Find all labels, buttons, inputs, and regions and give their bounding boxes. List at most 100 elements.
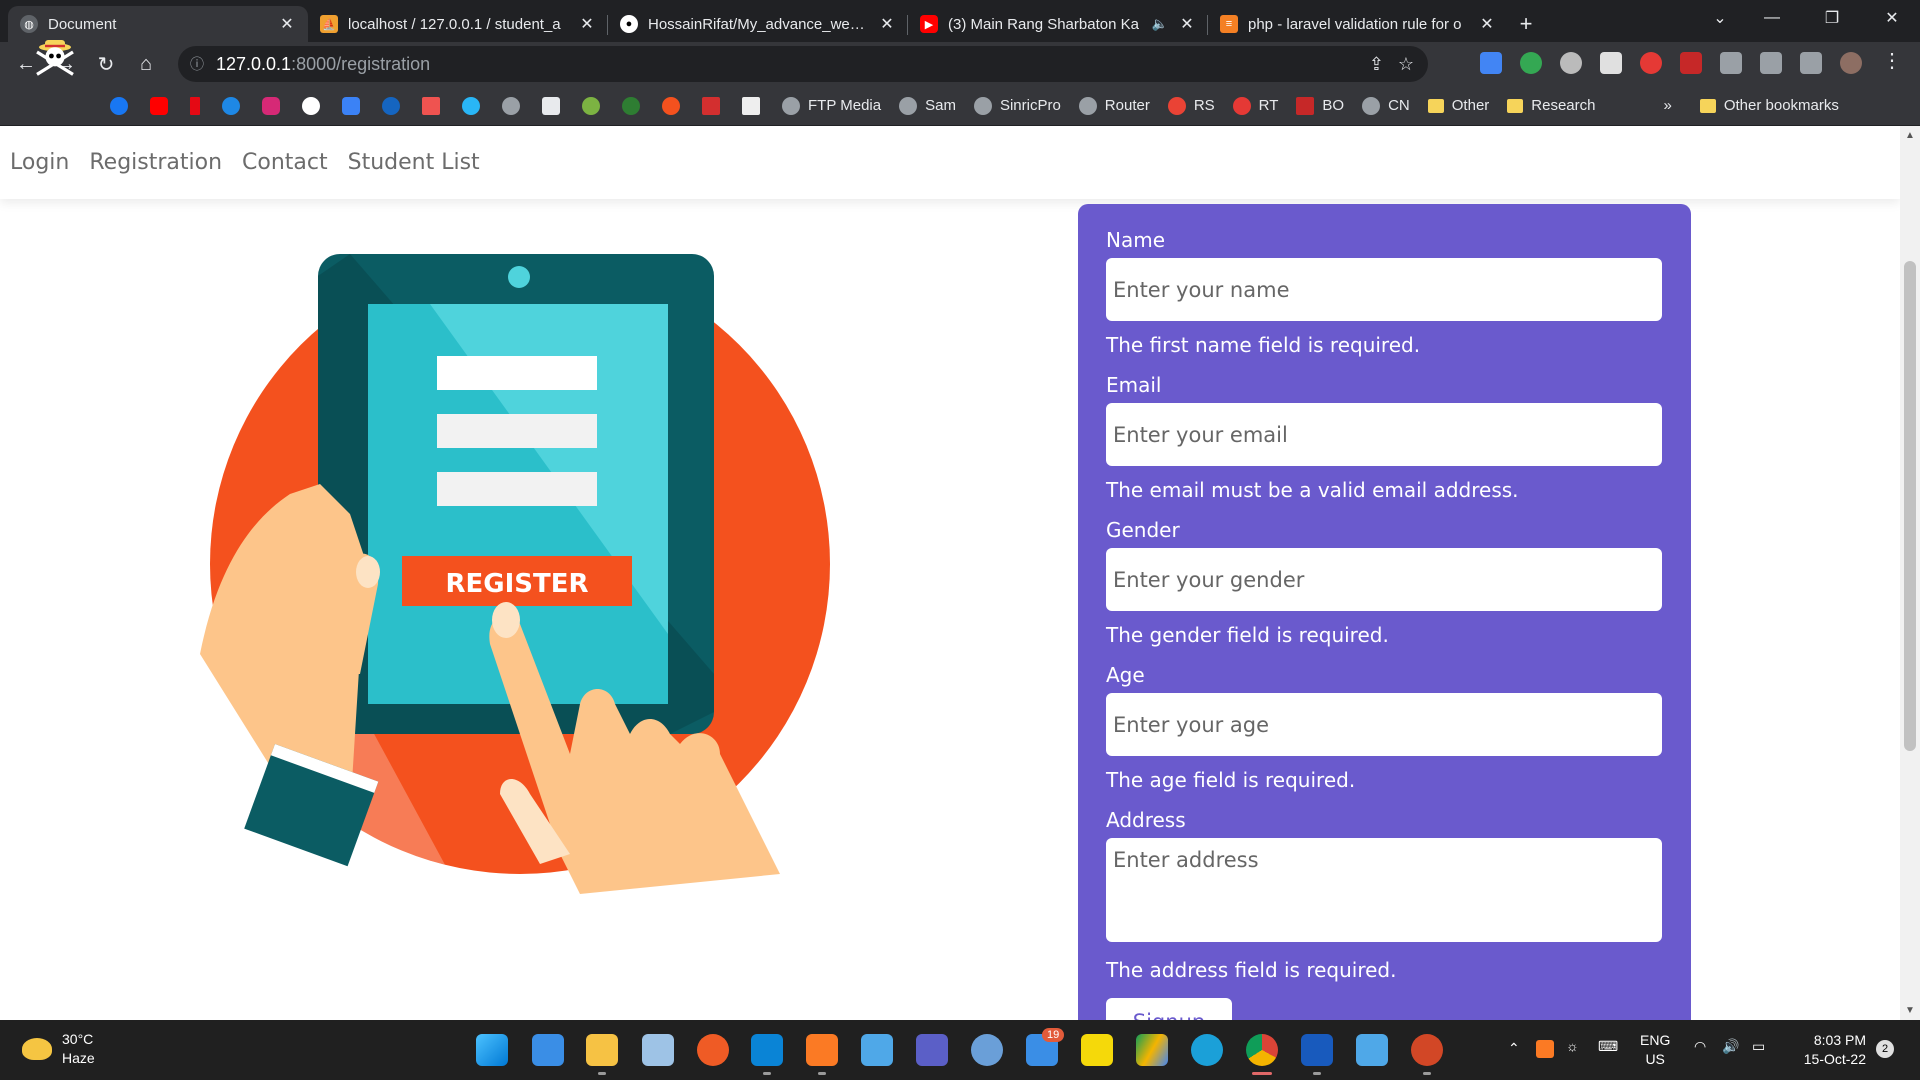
bookmark-icon[interactable] [702, 96, 720, 115]
file-explorer-icon[interactable] [586, 1034, 618, 1066]
reading-list-icon[interactable] [1760, 52, 1782, 74]
nav-student-list-link[interactable]: Student List [348, 150, 480, 175]
powerpoint-icon[interactable] [1411, 1034, 1443, 1066]
youtube-icon[interactable] [150, 96, 168, 115]
teams-icon[interactable] [916, 1034, 948, 1066]
volume-icon[interactable]: 🔊 [1722, 1038, 1739, 1055]
signup-button[interactable]: Signup [1106, 998, 1232, 1020]
bookmark-rs[interactable]: RS [1167, 96, 1215, 115]
extension-icon[interactable] [1560, 52, 1582, 74]
extension-icon[interactable] [1600, 52, 1622, 74]
bookmark-icon[interactable] [742, 96, 760, 115]
other-bookmarks-folder[interactable]: Other bookmarks [1699, 97, 1839, 114]
wifi-icon[interactable]: ◠ [1694, 1038, 1706, 1055]
notification-badge[interactable]: 2 [1876, 1040, 1894, 1058]
age-input[interactable] [1106, 693, 1662, 756]
scroll-down-arrow-icon[interactable]: ▼ [1905, 1005, 1915, 1016]
info-icon[interactable]: ⓘ [190, 54, 204, 74]
edge-icon[interactable] [1191, 1034, 1223, 1066]
bookmark-icon[interactable] [422, 96, 440, 115]
bookmark-cn[interactable]: CN [1362, 96, 1410, 115]
home-icon[interactable]: ⌂ [126, 46, 166, 82]
bookmark-folder-research[interactable]: Research [1507, 97, 1595, 114]
nav-login-link[interactable]: Login [10, 150, 69, 175]
start-icon[interactable] [476, 1034, 508, 1066]
tab-search-icon[interactable]: ⌄ [1690, 0, 1750, 36]
facebook-icon[interactable] [110, 96, 128, 115]
bookmark-rt[interactable]: RT [1232, 96, 1278, 115]
tab-stackoverflow[interactable]: ≡ php - laravel validation rule for o ✕ [1208, 6, 1508, 42]
language-indicator[interactable]: ENG US [1640, 1031, 1670, 1069]
extension-icon[interactable] [1520, 52, 1542, 74]
bookmark-icon[interactable] [342, 96, 360, 115]
name-input[interactable] [1106, 258, 1662, 321]
restore-button[interactable]: ❐ [1802, 0, 1862, 36]
speaker-icon[interactable]: 🔈 [1152, 16, 1168, 32]
scrollbar-thumb[interactable] [1904, 261, 1916, 751]
address-textarea[interactable] [1106, 838, 1662, 942]
side-panel-icon[interactable] [1800, 52, 1822, 74]
battery-icon[interactable]: ▭ [1752, 1038, 1765, 1055]
github-icon[interactable] [302, 96, 320, 115]
avatar[interactable] [1840, 52, 1862, 74]
extension-icon[interactable] [1680, 52, 1702, 74]
scroll-up-arrow-icon[interactable]: ▲ [1905, 130, 1915, 141]
puzzle-icon[interactable] [1720, 52, 1742, 74]
bookmark-folder-other[interactable]: Other [1427, 97, 1489, 114]
close-tab-icon[interactable]: ✕ [878, 14, 896, 34]
paint-icon[interactable] [1356, 1034, 1388, 1066]
tab-phpmyadmin[interactable]: ⛵ localhost / 127.0.0.1 / student_a ✕ [308, 6, 608, 42]
clock[interactable]: 8:03 PM 15-Oct-22 [1790, 1031, 1866, 1069]
xampp-tray-icon[interactable] [1536, 1040, 1554, 1058]
extension-icon[interactable] [1640, 52, 1662, 74]
player-icon[interactable] [1081, 1034, 1113, 1066]
bookmark-icon[interactable] [462, 96, 480, 115]
keyboard-icon[interactable]: ⌨ [1598, 1038, 1618, 1055]
page-scrollbar[interactable]: ▲ ▼ [1900, 126, 1920, 1020]
new-tab-button[interactable]: + [1508, 6, 1544, 42]
close-tab-icon[interactable]: ✕ [578, 14, 596, 34]
qbittorrent-icon[interactable] [971, 1034, 1003, 1066]
google-drive-icon[interactable] [1136, 1034, 1168, 1066]
word-icon[interactable] [1301, 1034, 1333, 1066]
globe-icon[interactable] [502, 96, 520, 115]
brightness-icon[interactable]: ☼ [1566, 1038, 1579, 1054]
bookmark-icon[interactable] [622, 96, 640, 115]
xampp-icon[interactable] [806, 1034, 838, 1066]
instagram-icon[interactable] [262, 96, 280, 115]
notepad-icon[interactable] [861, 1034, 893, 1066]
weather-widget[interactable]: 30°C Haze [22, 1030, 95, 1068]
share-icon[interactable]: ⇪ [1369, 54, 1384, 75]
nav-contact-link[interactable]: Contact [242, 150, 328, 175]
chevron-up-icon[interactable]: ⌃ [1508, 1040, 1520, 1057]
tab-github[interactable]: ● HossainRifat/My_advance_web_\ ✕ [608, 6, 908, 42]
bookmark-icon[interactable] [582, 96, 600, 115]
close-window-button[interactable]: ✕ [1862, 0, 1920, 36]
address-bar[interactable]: ⓘ 127.0.0.1:8000/registration ⇪ ☆ [178, 46, 1428, 82]
bookmark-ftp-media[interactable]: FTP Media [782, 96, 881, 115]
menu-icon[interactable]: ⋮ [1882, 48, 1902, 72]
close-tab-icon[interactable]: ✕ [278, 14, 296, 34]
gender-input[interactable] [1106, 548, 1662, 611]
bookmark-sam[interactable]: Sam [899, 96, 956, 115]
minimize-button[interactable]: — [1742, 0, 1802, 36]
bookmark-router[interactable]: Router [1078, 96, 1150, 115]
vscode-icon[interactable] [751, 1034, 783, 1066]
bookmark-star-icon[interactable]: ☆ [1398, 54, 1414, 75]
nav-registration-link[interactable]: Registration [89, 150, 222, 175]
bookmark-icon[interactable] [662, 96, 680, 115]
email-input[interactable] [1106, 403, 1662, 466]
netflix-icon[interactable] [190, 96, 200, 115]
more-bookmarks-button[interactable]: » [1663, 97, 1671, 114]
close-tab-icon[interactable]: ✕ [1478, 14, 1496, 34]
bookmark-icon[interactable] [382, 96, 400, 115]
r-icon[interactable] [542, 96, 560, 115]
postman-icon[interactable] [697, 1034, 729, 1066]
photos-icon[interactable] [642, 1034, 674, 1066]
play-icon[interactable] [222, 96, 240, 115]
bookmark-sinricpro[interactable]: SinricPro [973, 96, 1061, 115]
tab-youtube[interactable]: ▶ (3) Main Rang Sharbaton Ka 🔈 ✕ [908, 6, 1208, 42]
bookmark-bo[interactable]: BO [1296, 96, 1344, 115]
close-tab-icon[interactable]: ✕ [1178, 14, 1196, 34]
chrome-icon[interactable] [1246, 1034, 1278, 1066]
